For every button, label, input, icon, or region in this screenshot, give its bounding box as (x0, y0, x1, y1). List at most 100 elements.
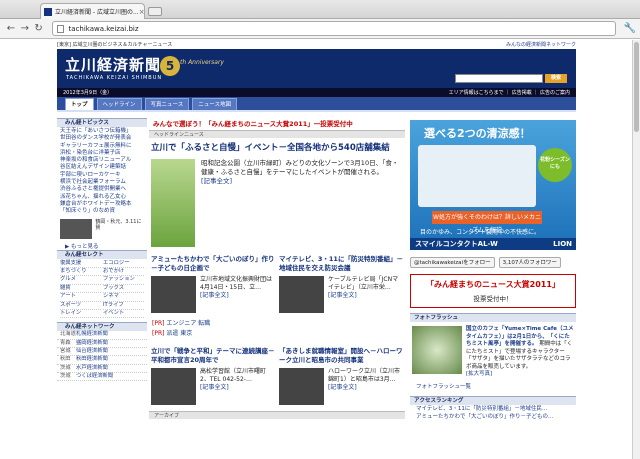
ranking-item[interactable]: アミューたちかわで「大ごいのぼり」作り－子どもの… (410, 413, 576, 421)
vertical-scrollbar[interactable] (632, 40, 640, 459)
scrollbar-thumb[interactable] (634, 42, 639, 132)
top-story-image[interactable] (151, 159, 195, 247)
new-tab-button[interactable] (148, 7, 162, 16)
award-title: 「みん経まちのニュース大賞2011」 (426, 280, 560, 289)
follower-count[interactable]: 3,107人のフォロワー (498, 256, 561, 268)
topic-photo (60, 218, 93, 239)
address-bar[interactable]: tachikawa.keizai.biz (51, 21, 616, 36)
current-date: 2012年3月9日（金） (63, 90, 113, 96)
select-item[interactable]: ブックス (103, 285, 144, 294)
tab-top[interactable]: トップ (65, 98, 94, 110)
select-grid: 復興支援 エコロジー まちづくり おでかけ グルメ ファッション 雑貨 ブックス… (57, 259, 147, 320)
wrench-menu-icon[interactable]: 🔧 (624, 23, 636, 34)
list-item[interactable]: 「知床ぐり」のなめ資 (60, 208, 144, 215)
network-name: 水戸経済新聞 (76, 364, 108, 371)
twitter-follow: @tachikawakeizaiをフォロー 3,107人のフォロワー (410, 256, 576, 268)
reload-icon[interactable]: ↻ (32, 22, 46, 36)
top-strip: [東京] 広域立川圏のビジネス＆カルチャーニュース みんなの経済新聞ネットワーク (57, 40, 576, 49)
select-item[interactable]: シネマ (103, 293, 144, 302)
photo-flash-list-link[interactable]: フォトフラッシュ一覧 (410, 383, 576, 391)
top-story-title[interactable]: 立川で「ふるさと自慢」イベント－全国各地から540店舗集結 (149, 138, 405, 157)
enlarge-photo-link[interactable]: [拡大写真] (466, 371, 492, 377)
page-viewport: [東京] 広域立川圏のビジネス＆カルチャーニュース みんなの経済新聞ネットワーク… (0, 40, 632, 459)
award-banner[interactable]: 「みん経まちのニュース大賞2011」 投票受付中！ (410, 274, 576, 308)
search-button[interactable]: 検索 (545, 74, 567, 83)
network-row[interactable]: 青森 盛岡経済新聞 (57, 340, 147, 348)
tab-photo-news[interactable]: 写真ニュース (144, 98, 190, 110)
anniversary-badge: 5 (160, 56, 180, 76)
twitter-follow-button[interactable]: @tachikawakeizaiをフォロー (410, 256, 495, 268)
select-item[interactable]: 復興支援 (60, 260, 101, 268)
list-item[interactable]: 谷区結えんデザイン建築話 (60, 164, 144, 171)
select-item[interactable]: トレイン (60, 310, 101, 319)
article-image[interactable] (151, 276, 196, 313)
list-item[interactable]: 派花ちゃん、揺れる乙女心 (60, 194, 144, 201)
photo-flash-caption: 国立のカフェ「Yume×Time Cafe（ユメタイムカフェ）」は2月1日から、… (466, 326, 574, 379)
network-area: 青森 (60, 339, 71, 346)
ad-maker-logo: LION (553, 240, 572, 248)
vote-banner-link[interactable]: みんなで選ぼう！「みん経まちのニュース大賞2011」一投票受付中 (149, 118, 405, 130)
pr-link[interactable]: [PR] エンジニア 転職 (149, 319, 405, 329)
select-item[interactable]: スポーツ (60, 302, 101, 310)
select-item[interactable]: ITライフ (103, 302, 144, 310)
more-link[interactable]: ▶ もっと見る (57, 241, 147, 250)
article-title[interactable]: アミューたちかわで「大ごいのぼり」作り－子どもの日企画で (151, 255, 275, 273)
read-more-link[interactable]: [記事全文] (201, 177, 232, 185)
select-item[interactable]: イベント (103, 310, 144, 319)
read-more-link[interactable]: [記事全文] (328, 292, 357, 299)
list-item[interactable]: 渋谷ふるさと権提供開業へ (60, 186, 144, 193)
network-row[interactable]: 秋田 秋田経済新聞 (57, 356, 147, 365)
close-tab-icon[interactable]: × (139, 8, 144, 16)
article-title[interactable]: マイテレビ、3・11に「防災特別番組」－地域住民を交え防災会議 (279, 255, 403, 273)
left-sidebar: みん経トピックス 天王寺に「あいさつ伝箱機」 世田谷のダンス学校が発表会 ギャラ… (57, 118, 147, 459)
datebar-links[interactable]: エリア情報はこちらまで ｜ 広告掲載 ｜ 広告のご案内 (449, 89, 570, 96)
topics-list: 天王寺に「あいさつ伝箱機」 世田谷のダンス学校が発表会 ギャラリーカフェ展示無料… (57, 127, 147, 217)
tab-news-map[interactable]: ニュース地図 (192, 98, 237, 110)
browser-tab[interactable]: 立川経済新聞 - 広域立川圏の... × (40, 3, 145, 19)
lion-advert[interactable]: 選べる2つの清涼感！ 花粉シーズンにも W処方が強くそのわけは？詳しいメカニズム… (410, 120, 576, 250)
back-arrow-icon[interactable]: ← (4, 22, 18, 36)
ranking-item[interactable]: マイテレビ、3・11に「防災特別番組」－地域住民… (410, 405, 576, 413)
read-more-link[interactable]: [記事全文] (328, 384, 357, 391)
site-favicon-icon (44, 7, 52, 16)
ad-product-image (418, 145, 536, 207)
article-image[interactable] (279, 276, 324, 313)
tab-headline[interactable]: ヘッドライン (96, 98, 142, 110)
network-row[interactable]: 茨城 水戸経済新聞 (57, 365, 147, 373)
top-story-body: 昭和記念公園（立川市緑町）みどりの文化ゾーンで3月10日、「食・健康・ふるさと自… (201, 159, 403, 247)
headline-heading: ヘッドラインニュース (149, 130, 405, 138)
read-more-link[interactable]: [記事全文] (200, 384, 229, 391)
ad-footer: スマイルコンタクトAL-W LION (410, 238, 576, 250)
select-item[interactable]: 雑貨 (60, 285, 101, 294)
article-image[interactable] (151, 368, 196, 405)
network-row[interactable]: 北海道 札幌経済新聞 (57, 331, 147, 340)
network-row[interactable]: 茨城 つくば経済新聞 (57, 373, 147, 382)
select-item[interactable]: エコロジー (103, 260, 144, 268)
list-item[interactable]: 世田谷のダンス学校が発表会 (60, 135, 144, 142)
page-icon (56, 24, 64, 33)
pr-links: [PR] エンジニア 転職 [PR] 派遣 東京 (149, 319, 405, 339)
article-title[interactable]: 立川で「戦争と平和」テーマに連続講座－平和都市宣言20周年で (151, 347, 275, 365)
pr-link[interactable]: [PR] 派遣 東京 (149, 329, 405, 339)
photo-flash-image[interactable] (412, 326, 462, 374)
site-logo[interactable]: 立川経済新聞 (65, 54, 161, 75)
network-area: 北海道 (60, 331, 76, 338)
article-image[interactable] (279, 368, 324, 405)
forward-arrow-icon[interactable]: → (18, 22, 32, 36)
nav-tabs: トップ ヘッドライン 写真ニュース ニュース地図 (57, 97, 576, 112)
pr-label: [PR] (152, 330, 165, 337)
topic-thumbnail[interactable]: 鶴岡・秋元、3.11に賛 (60, 218, 144, 239)
search-input[interactable] (455, 74, 543, 83)
network-area: 茨城 (60, 364, 71, 371)
read-more-link[interactable]: [記事全文] (200, 292, 229, 299)
select-item[interactable]: グルメ (60, 276, 101, 285)
article-title[interactable]: 「あきしま就職情報室」開設へ－ハローワーク立川と昭島市の共同事業 (279, 347, 403, 365)
list-item[interactable]: 宇部に喫いローカケーキ (60, 172, 144, 179)
list-item[interactable]: ギャラリーカフェ展示無料に (60, 143, 144, 150)
ad-subline: 目のかゆみ、コンタクト装用中の不快感に。 (420, 229, 541, 236)
select-item[interactable]: ファッション (103, 276, 144, 285)
select-item[interactable]: アート (60, 293, 101, 302)
ad-brand: スマイルコンタクトAL-W (415, 240, 498, 248)
network-area: 宮城 (60, 348, 71, 354)
network-link[interactable]: みんなの経済新聞ネットワーク (506, 41, 576, 48)
